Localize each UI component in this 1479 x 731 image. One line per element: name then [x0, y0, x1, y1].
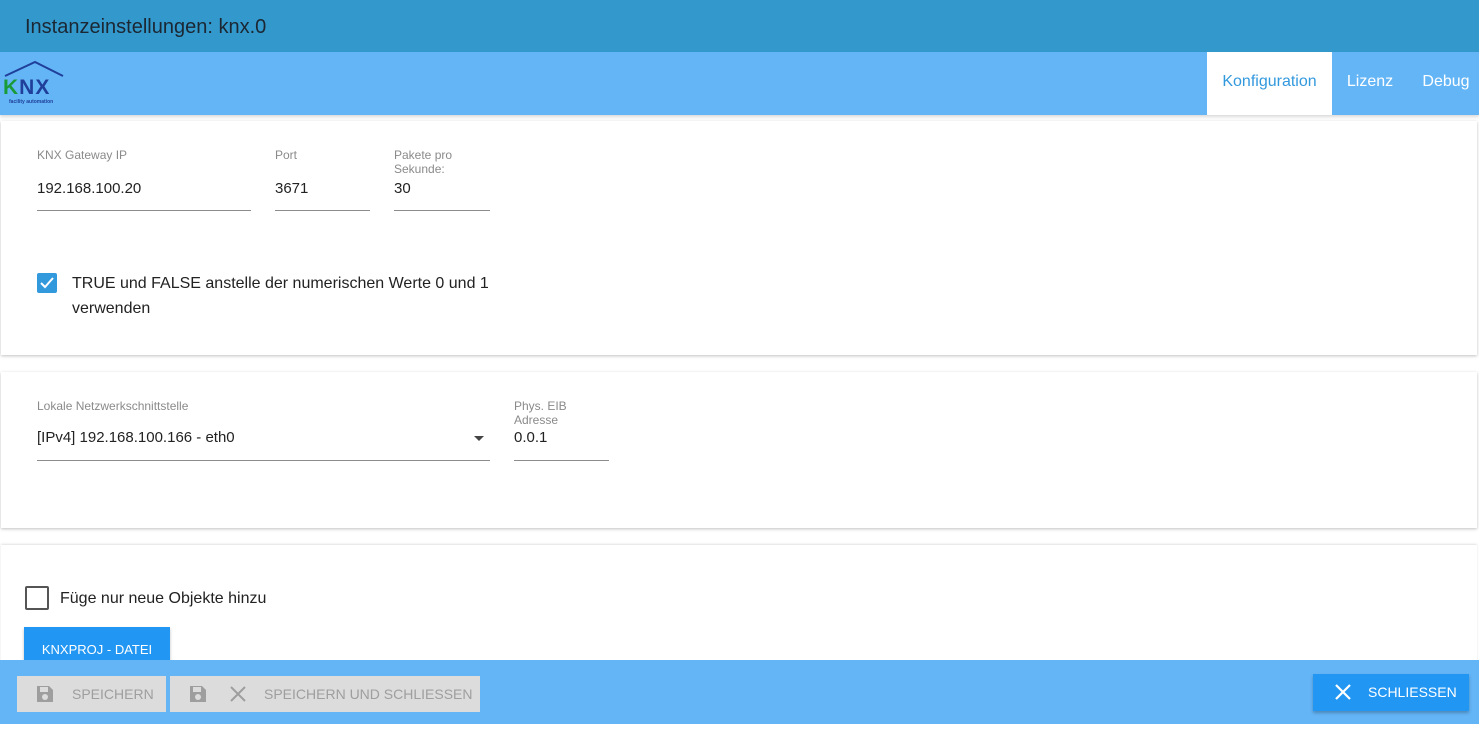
save-close-button-label: SPEICHERN UND SCHLIESSEN — [264, 686, 473, 702]
only-new-label: Füge nur neue Objekte hinzu — [60, 590, 267, 607]
port-label: Port — [275, 148, 298, 162]
dropdown-arrow-icon[interactable] — [473, 435, 485, 443]
dialog-titlebar: Instanzeinstellungen: knx.0 — [0, 0, 1479, 52]
tab-konfiguration[interactable]: Konfiguration — [1207, 52, 1332, 115]
save-close-button[interactable]: SPEICHERN UND SCHLIESSEN — [170, 676, 480, 712]
packets-input[interactable]: 30 — [394, 180, 411, 197]
interface-underline — [37, 460, 490, 461]
save-button-label: SPEICHERN — [72, 686, 154, 702]
packets-label-1: Pakete pro — [394, 148, 453, 162]
only-new-checkbox[interactable] — [25, 586, 49, 610]
knx-logo: KNX facility automation — [3, 56, 65, 110]
eib-address-input[interactable]: 0.0.1 — [514, 429, 547, 446]
eib-address-label-1: Phys. EIB — [514, 399, 567, 413]
bool-option-checkbox[interactable] — [37, 273, 57, 293]
tab-debug[interactable]: Debug — [1410, 52, 1479, 115]
eib-address-label-2: Adresse — [514, 413, 559, 427]
close-button-label: SCHLIESSEN — [1368, 684, 1457, 700]
port-input[interactable]: 3671 — [275, 180, 308, 197]
check-icon — [40, 277, 54, 289]
gateway-ip-input[interactable]: 192.168.100.20 — [37, 180, 141, 197]
gateway-ip-underline — [37, 210, 251, 211]
gateway-ip-label: KNX Gateway IP — [37, 148, 128, 162]
interface-select[interactable]: Lokale Netzwerkschnittstelle [IPv4] 192.… — [37, 399, 490, 463]
action-bar: SPEICHERN SPEICHERN UND SCHLIESSEN SCHLI… — [0, 660, 1479, 724]
save-icon — [37, 686, 53, 702]
gateway-ip-field[interactable]: KNX Gateway IP 192.168.100.20 — [37, 148, 251, 212]
save-icon — [190, 686, 206, 702]
save-button[interactable]: SPEICHERN — [17, 676, 166, 712]
import-card: Füge nur neue Objekte hinzu KNXPROJ - DA… — [1, 545, 1477, 667]
port-field[interactable]: Port 3671 — [275, 148, 370, 212]
close-icon — [1335, 684, 1351, 700]
port-underline — [275, 210, 370, 211]
interface-label: Lokale Netzwerkschnittstelle — [37, 399, 189, 413]
tab-bar: KNX facility automation Konfiguration Li… — [0, 52, 1479, 115]
eib-address-field[interactable]: Phys. EIB Adresse 0.0.1 — [514, 399, 609, 463]
bool-option-label: TRUE und FALSE anstelle der numerischen … — [72, 275, 489, 317]
interface-value[interactable]: [IPv4] 192.168.100.166 - eth0 — [37, 429, 235, 446]
eib-address-underline — [514, 460, 609, 461]
network-card: Lokale Netzwerkschnittstelle [IPv4] 192.… — [1, 372, 1477, 528]
close-button[interactable]: SCHLIESSEN — [1313, 674, 1469, 711]
connection-card: KNX Gateway IP 192.168.100.20 Port 3671 … — [1, 121, 1477, 355]
packets-underline — [394, 210, 490, 211]
packets-field[interactable]: Pakete pro Sekunde: 30 — [394, 148, 490, 212]
tab-lizenz[interactable]: Lizenz — [1333, 52, 1407, 115]
close-icon — [230, 686, 246, 702]
packets-label-2: Sekunde: — [394, 162, 445, 176]
dialog-title: Instanzeinstellungen: knx.0 — [25, 16, 267, 38]
